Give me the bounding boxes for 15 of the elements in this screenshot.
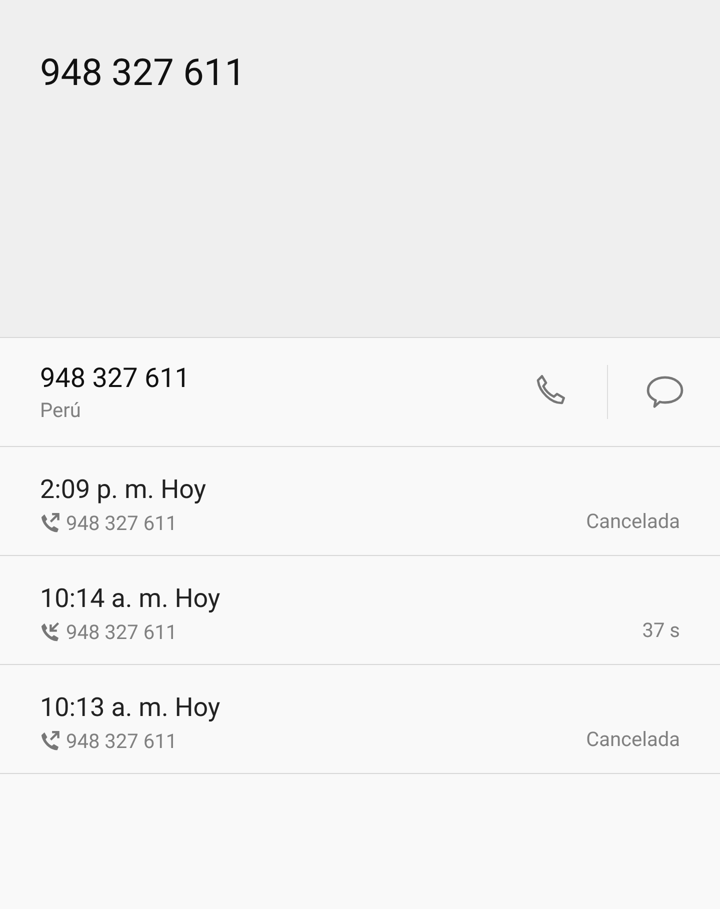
call-status: Cancelada [586,727,680,751]
phone-number: 948 327 611 [66,729,178,753]
call-status: 37 s [642,618,680,642]
phone-number: 948 327 611 [40,362,190,394]
phone-number: 948 327 611 [66,620,178,644]
incoming-call-icon [40,622,60,642]
call-status: Cancelada [586,509,680,533]
outgoing-call-icon [40,731,60,751]
phone-number: 948 327 611 [66,511,178,535]
outgoing-call-icon [40,513,60,533]
call-time: 10:13 a. m. Hoy [40,693,220,723]
country-label: Perú [40,398,81,422]
call-time: 10:14 a. m. Hoy [40,584,220,614]
call-time: 2:09 p. m. Hoy [40,475,206,505]
contact-title: 948 327 611 [40,52,246,95]
